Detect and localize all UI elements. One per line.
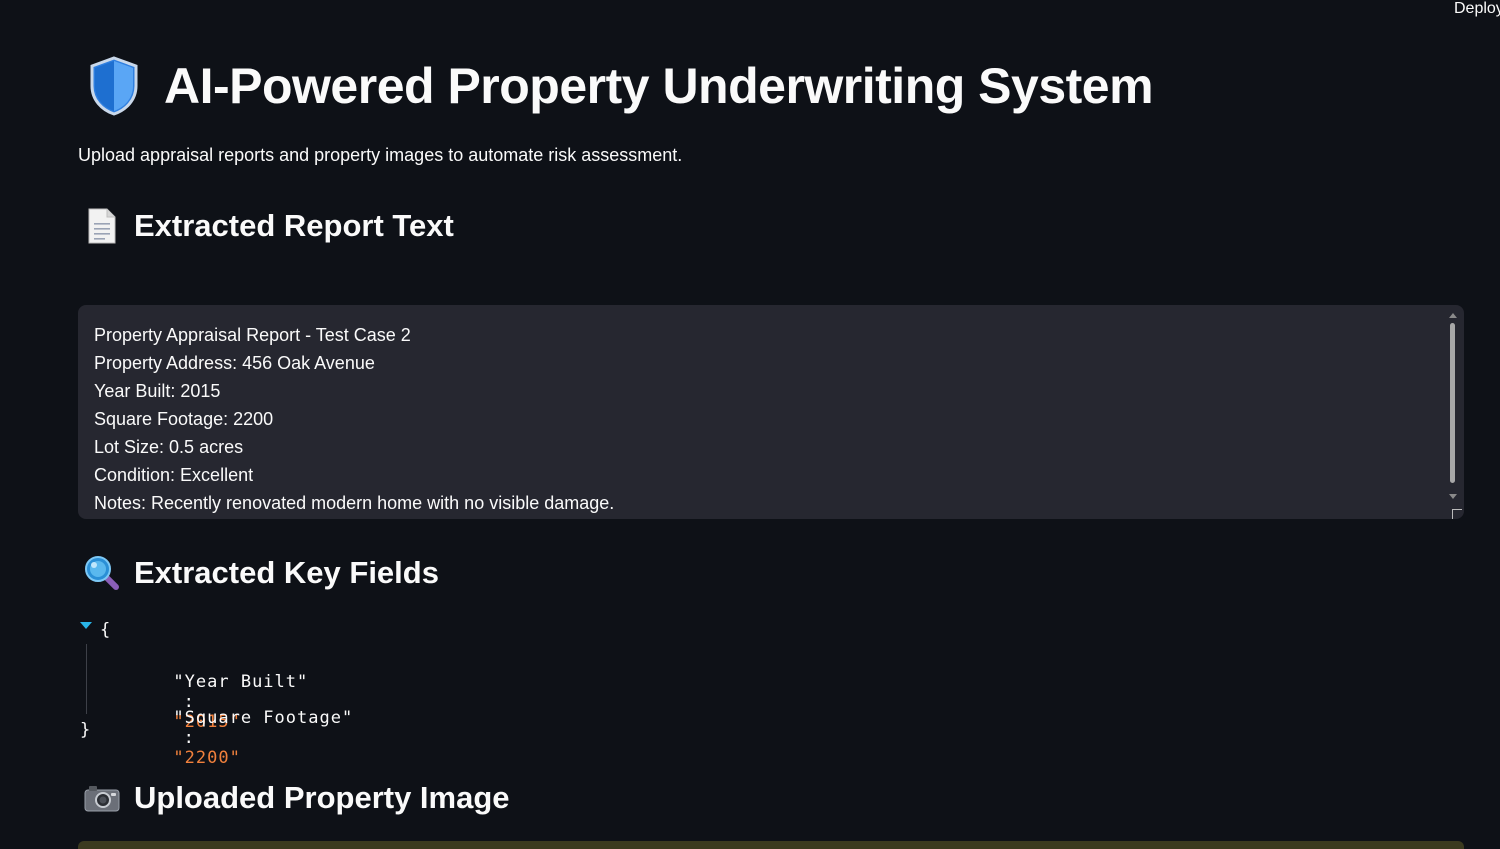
magnifying-glass-icon (84, 555, 120, 591)
key-fields-heading-label: Extracted Key Fields (134, 555, 439, 590)
document-icon (84, 208, 120, 244)
page-title: AI-Powered Property Underwriting System (164, 58, 1154, 114)
textarea-scrollbar[interactable] (1448, 313, 1458, 509)
report-line: Year Built: 2015 (94, 381, 221, 401)
report-text-area[interactable]: Property Appraisal Report - Test Case 2 … (78, 305, 1464, 519)
collapse-toggle-icon[interactable] (80, 622, 92, 629)
property-image-container (78, 841, 1464, 849)
report-line: Property Appraisal Report - Test Case 2 (94, 325, 411, 345)
json-key: "Square Footage" (173, 708, 354, 728)
report-line: Notes: Recently renovated modern home wi… (94, 493, 615, 513)
json-colon: : (183, 728, 194, 748)
report-line: Property Address: 456 Oak Avenue (94, 353, 375, 373)
camera-icon (84, 780, 120, 816)
json-indent-guide (86, 644, 87, 714)
json-value: "2200" (173, 748, 241, 768)
scroll-down-arrow-icon[interactable] (1449, 494, 1457, 499)
resize-handle-icon[interactable] (1452, 509, 1462, 519)
shield-icon (88, 56, 140, 116)
property-image-heading-label: Uploaded Property Image (134, 780, 510, 815)
property-image-heading: Uploaded Property Image (84, 780, 510, 816)
report-line: Square Footage: 2200 (94, 409, 274, 429)
page-subtitle: Upload appraisal reports and property im… (78, 145, 683, 165)
key-fields-heading: Extracted Key Fields (84, 555, 439, 591)
scrollbar-thumb[interactable] (1450, 323, 1455, 483)
json-close-brace: } (80, 720, 91, 740)
deploy-button[interactable]: Deploy (1454, 0, 1500, 18)
scroll-up-arrow-icon[interactable] (1449, 313, 1457, 318)
report-line: Lot Size: 0.5 acres (94, 437, 244, 457)
report-text-heading-label: Extracted Report Text (134, 208, 454, 243)
page-title-row: AI-Powered Property Underwriting System (88, 56, 1154, 116)
report-text-heading: Extracted Report Text (84, 208, 454, 244)
json-field-row: "Square Footage" : "2200" (112, 688, 353, 788)
report-line: Condition: Excellent (94, 465, 254, 485)
json-open-brace: { (100, 620, 111, 640)
